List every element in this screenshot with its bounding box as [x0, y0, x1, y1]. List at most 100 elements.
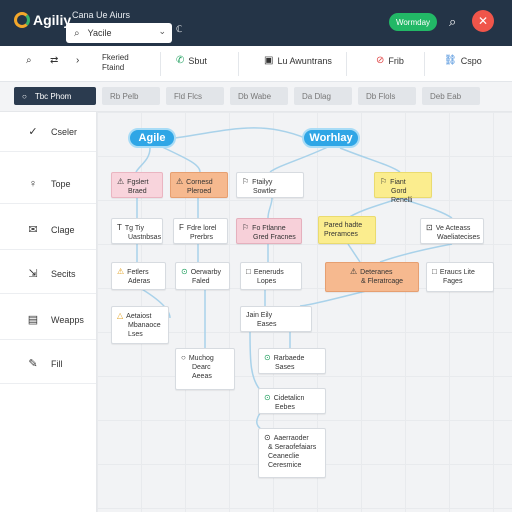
toolbar-forward-button[interactable]: › — [76, 55, 79, 66]
close-avatar-button[interactable]: ✕ — [472, 10, 494, 32]
warning-icon: ⚠ — [176, 177, 184, 186]
target-icon: ⊙ — [264, 353, 271, 362]
tab-main[interactable]: ○ Tbc Phom — [14, 87, 96, 105]
diagram-node[interactable]: Pared hadte Preramces — [318, 216, 376, 244]
node-title: Ftailyy — [252, 179, 273, 186]
tab-7[interactable]: Deb Eab — [422, 87, 480, 105]
tab-4[interactable]: Db Wabe — [230, 87, 288, 105]
diagram-node[interactable]: T Tg Tiy Uastnbsas — [111, 218, 163, 244]
diagram-node[interactable]: ⊙ Rarbaede Sases — [258, 348, 326, 374]
chevron-down-icon: ⌄ — [158, 26, 166, 36]
sidebar-item-tope[interactable]: ♀ Tope — [0, 164, 96, 204]
toolbar-filter-line2: Ftaind — [102, 63, 125, 72]
sidebar: ✓ Cseler ♀ Tope ✉ Clage ⇲ Secits ▤ Weapp… — [0, 112, 97, 512]
diagram-node[interactable]: ⚠ Cornesd Pleroed — [170, 172, 228, 198]
document-icon: ▤ — [27, 314, 39, 326]
diagram-node[interactable]: ○ Muchog Dearc Aeeas — [175, 348, 235, 390]
toolbar-divider — [238, 52, 239, 76]
top-bar: Agiliy Cana Ue Aiurs ⌕ Yacile ⌄ ℂ Wormda… — [0, 0, 512, 46]
check-icon: ✓ — [28, 126, 38, 138]
square-icon: □ — [432, 267, 437, 276]
diagram-node[interactable]: ⚠ Fetlers Aderas — [111, 262, 166, 290]
node-subtitle: Prerbrs — [190, 234, 213, 241]
toolbar-link-button[interactable]: ⛓ Cspo — [444, 55, 482, 66]
diagram-node[interactable]: F Fdre lorel Prerbrs — [173, 218, 228, 244]
sidebar-item-label: Tope — [51, 178, 71, 189]
diagram-node[interactable]: □ Eraucs Lite Fages — [426, 262, 494, 292]
toolbar-frib-label: Frib — [388, 55, 404, 66]
block-icon: ⊘ — [376, 55, 385, 66]
node-title: Ve Acteass — [435, 225, 471, 232]
window-icon: ▣ — [264, 55, 274, 66]
node-subtitle: Uastnbsas — [128, 234, 162, 241]
warning-icon: ⚠ — [117, 177, 125, 186]
sidebar-item-secits[interactable]: ⇲ Secits — [0, 254, 96, 294]
swap-icon: ⇄ — [50, 55, 59, 66]
toolbar-search-button[interactable]: ⌕ — [26, 55, 32, 66]
phone-icon: ✆ — [176, 55, 185, 66]
group-pill-agile[interactable]: Agile — [128, 128, 176, 148]
sidebar-item-fill[interactable]: ✎ Fill — [0, 344, 96, 384]
sidebar-item-label: Secits — [51, 268, 76, 279]
tab-label: Tbc Phom — [34, 91, 72, 101]
diagram-node[interactable]: ⊙ Cidetalicn Eebes — [258, 388, 326, 414]
toolbar-accounts-button[interactable]: ▣ Lu Awuntrans — [264, 55, 332, 66]
toolbar-call-button[interactable]: ✆ Sbut — [176, 55, 207, 66]
group-pill-workflow[interactable]: Worhlay — [302, 128, 360, 148]
project-selector[interactable]: ⌕ Yacile ⌄ — [66, 23, 172, 43]
node-subtitle: Mbanaoce — [128, 322, 161, 329]
diagram-node[interactable]: ⚐ Ftailyy Sowtler — [236, 172, 304, 198]
node-subtitle: Lopes — [257, 278, 277, 285]
arrow-right-icon: › — [76, 55, 80, 66]
diagram-node[interactable]: ⊙ Aaerraoder & Seraofefaiars Ceaneclie Ce… — [258, 428, 326, 478]
diagram-node[interactable]: ⚠ Deteranes & Fleratrcage — [325, 262, 419, 292]
circle-icon: ○ — [22, 91, 27, 101]
global-search-icon[interactable]: ⌕ — [449, 14, 456, 30]
toolbar-accounts-label: Lu Awuntrans — [277, 55, 332, 66]
toolbar: ⌕ ⇄ › Fkeried Ftaind ✆ Sbut ▣ Lu Awuntra… — [0, 46, 512, 82]
toolbar-swap-button[interactable]: ⇄ — [50, 55, 58, 66]
node-title: Pared hadte — [324, 222, 363, 229]
diagram-node[interactable]: △ Aetaiost Mbanaoce Lses — [111, 306, 169, 344]
sidebar-item-label: Cseler — [51, 126, 78, 137]
node-subtitle: Aderas — [128, 278, 151, 285]
node-title: Fo Ftlanne — [252, 225, 286, 232]
tab-2[interactable]: Rb Pelb — [102, 87, 160, 105]
diagram-node[interactable]: ⚐ Fo Ftlanne Gred Fracnes — [236, 218, 302, 244]
project-selector-value: Yacile — [87, 28, 112, 38]
node-title: Cidetalicn — [273, 395, 305, 402]
node-subtitle: Faled — [192, 278, 210, 285]
extra-button[interactable]: ℂ — [176, 24, 182, 35]
node-detail: Lses — [128, 331, 143, 338]
sidebar-item-cseler[interactable]: ✓ Cseler — [0, 112, 96, 152]
sidebar-item-weapps[interactable]: ▤ Weapps — [0, 300, 96, 340]
node-title: Fgslert — [127, 179, 149, 186]
tab-6[interactable]: Db Flols — [358, 87, 416, 105]
node-subtitle: Preramces — [324, 231, 358, 238]
app-logo[interactable]: Agiliy — [14, 12, 71, 28]
tab-3[interactable]: Fld Flcs — [166, 87, 224, 105]
flag-icon: ⚐ — [242, 177, 250, 186]
node-subtitle: Braed — [128, 188, 147, 195]
node-title: Deteranes — [360, 269, 393, 276]
diagram-node[interactable]: ⚐ Fiant Gord Renelli — [374, 172, 432, 204]
diagram-node[interactable]: Jain Eily Eases — [240, 306, 312, 332]
diagram-node[interactable]: ⚠ Fgslert Braed — [111, 172, 163, 198]
node-title: Tg Tiy — [124, 225, 144, 232]
diagram-node[interactable]: ⊙ Oerwarby Faled — [175, 262, 230, 290]
tab-5[interactable]: Da Dlag — [294, 87, 352, 105]
node-title: Eeneruds — [253, 269, 284, 276]
sidebar-item-clage[interactable]: ✉ Clage — [0, 210, 96, 250]
search-icon: ⌕ — [74, 27, 80, 39]
toolbar-divider — [424, 52, 425, 76]
diagram-node[interactable]: ⊡ Ve Acteass Waeliatecises — [420, 218, 484, 244]
node-detail: Ceaneclie — [268, 453, 300, 460]
toolbar-filter-label[interactable]: Fkeried Ftaind — [102, 53, 129, 73]
status-pill-button[interactable]: Wormday — [389, 13, 437, 31]
node-title: Fetlers — [127, 269, 149, 276]
toolbar-divider — [160, 52, 161, 76]
diagram-node[interactable]: □ Eeneruds Lopes — [240, 262, 302, 290]
warning-icon: ⚠ — [117, 267, 125, 276]
alert-icon: △ — [117, 311, 124, 320]
toolbar-frib-button[interactable]: ⊘ Frib — [376, 55, 404, 66]
